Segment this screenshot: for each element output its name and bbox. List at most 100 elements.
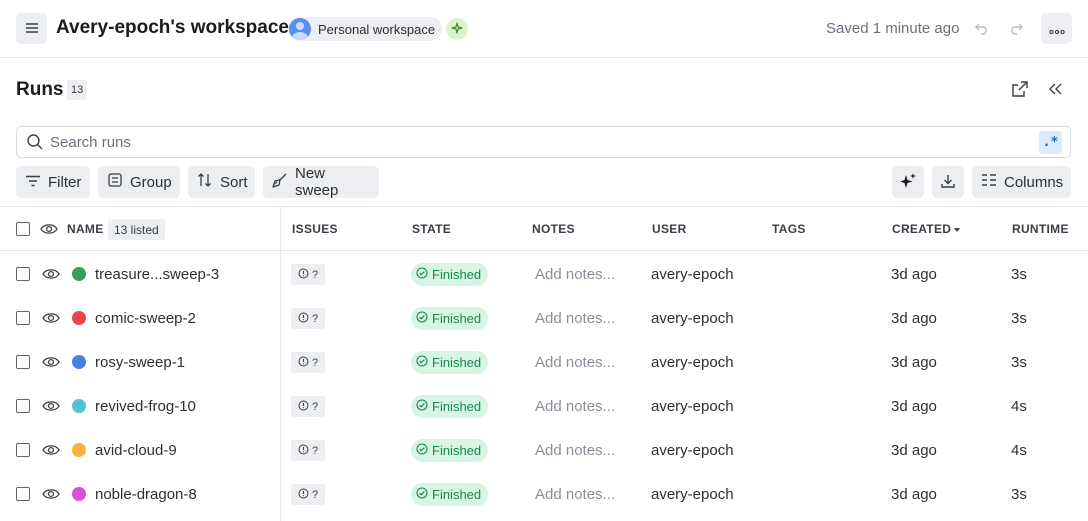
run-color-dot[interactable]	[72, 311, 86, 325]
state-label: Finished	[432, 311, 482, 326]
eye-icon[interactable]	[42, 487, 60, 501]
new-sweep-label: New sweep	[295, 165, 339, 199]
regex-toggle-button[interactable]: .*	[1039, 131, 1062, 154]
check-circle-icon	[416, 311, 432, 326]
user-cell: avery-epoch	[651, 442, 734, 459]
created-cell: 3d ago	[891, 398, 937, 415]
info-circle-icon	[298, 356, 309, 370]
run-name[interactable]: treasure...sweep-3	[95, 266, 219, 283]
row-checkbox[interactable]	[16, 267, 30, 281]
row-checkbox[interactable]	[16, 487, 30, 501]
run-name[interactable]: noble-dragon-8	[95, 486, 197, 503]
undo-icon	[974, 21, 990, 38]
issues-value: ?	[311, 488, 319, 501]
table-row[interactable]: comic-sweep-2? Finished Add notes... avery-…	[0, 296, 1088, 340]
runs-count-badge: 13	[67, 80, 88, 100]
sparkle-icon	[451, 21, 463, 37]
table-row[interactable]: avid-cloud-9? Finished Add notes... avery-e…	[0, 428, 1088, 472]
eye-icon[interactable]	[42, 443, 60, 457]
eye-icon[interactable]	[42, 399, 60, 413]
run-color-dot[interactable]	[72, 443, 86, 457]
created-cell: 3d ago	[891, 266, 937, 283]
eye-icon[interactable]	[42, 267, 60, 281]
column-header-tags[interactable]: TAGS	[772, 222, 806, 236]
eye-icon[interactable]	[42, 355, 60, 369]
row-checkbox[interactable]	[16, 311, 30, 325]
column-header-user[interactable]: USER	[652, 222, 687, 236]
issues-badge[interactable]: ?	[291, 396, 325, 417]
runs-title: Runs	[16, 79, 64, 100]
user-cell: avery-epoch	[651, 486, 734, 503]
runtime-cell: 3s	[1011, 486, 1027, 503]
check-circle-icon	[416, 487, 432, 502]
issues-badge[interactable]: ?	[291, 484, 325, 505]
runs-table: NAME 13 listed ISSUES STATE NOTES USER T…	[0, 206, 1088, 521]
notes-cell[interactable]: Add notes...	[535, 398, 615, 415]
notes-cell[interactable]: Add notes...	[535, 310, 615, 327]
created-cell: 3d ago	[891, 310, 937, 327]
notes-cell[interactable]: Add notes...	[535, 354, 615, 371]
state-label: Finished	[432, 443, 482, 458]
state-label: Finished	[432, 399, 482, 414]
user-cell: avery-epoch	[651, 266, 734, 283]
notes-cell[interactable]: Add notes...	[535, 266, 615, 283]
group-button[interactable]: Group	[98, 166, 180, 198]
filter-button[interactable]: Filter	[16, 166, 90, 198]
status-badge: Finished	[411, 439, 489, 462]
top-bar: Avery-epoch's workspace Personal workspa…	[0, 0, 1088, 58]
table-row[interactable]: treasure...sweep-3? Finished Add notes... a…	[0, 252, 1088, 296]
column-header-created[interactable]: CREATED	[892, 222, 961, 236]
run-name[interactable]: comic-sweep-2	[95, 310, 196, 327]
column-header-issues[interactable]: ISSUES	[292, 222, 338, 236]
column-header-name[interactable]: NAME	[67, 222, 104, 236]
check-circle-icon	[416, 443, 432, 458]
filter-label: Filter	[48, 173, 82, 191]
sort-button[interactable]: Sort	[188, 166, 255, 198]
column-header-runtime[interactable]: RUNTIME	[1012, 222, 1069, 236]
issues-badge[interactable]: ?	[291, 264, 325, 285]
issues-badge[interactable]: ?	[291, 308, 325, 329]
new-sweep-button[interactable]: New sweep	[263, 165, 379, 199]
run-color-dot[interactable]	[72, 399, 86, 413]
sparkle-button[interactable]	[446, 18, 468, 40]
eye-icon[interactable]	[42, 311, 60, 325]
collapse-panel-button[interactable]	[1043, 78, 1067, 102]
download-button[interactable]	[932, 166, 964, 198]
search-input[interactable]	[50, 130, 1010, 154]
table-row[interactable]: revived-frog-10? Finished Add notes... aver…	[0, 384, 1088, 428]
broom-icon	[272, 172, 295, 192]
check-circle-icon	[416, 399, 432, 414]
columns-button[interactable]: Columns	[972, 166, 1071, 198]
issues-badge[interactable]: ?	[291, 440, 325, 461]
workspace-type-pill[interactable]: Personal workspace	[288, 17, 442, 41]
sort-label: Sort	[220, 173, 248, 191]
row-checkbox[interactable]	[16, 443, 30, 457]
status-badge: Finished	[411, 395, 489, 418]
run-color-dot[interactable]	[72, 487, 86, 501]
row-checkbox[interactable]	[16, 355, 30, 369]
run-color-dot[interactable]	[72, 355, 86, 369]
sort-descending-icon	[954, 227, 961, 232]
run-name[interactable]: rosy-sweep-1	[95, 354, 185, 371]
run-color-dot[interactable]	[72, 267, 86, 281]
column-header-notes[interactable]: NOTES	[532, 222, 575, 236]
notes-cell[interactable]: Add notes...	[535, 486, 615, 503]
issues-badge[interactable]: ?	[291, 352, 325, 373]
menu-button[interactable]	[16, 13, 47, 44]
runtime-cell: 4s	[1011, 398, 1027, 415]
user-cell: avery-epoch	[651, 398, 734, 415]
redo-button[interactable]	[1004, 17, 1028, 41]
run-name[interactable]: avid-cloud-9	[95, 442, 177, 459]
table-row[interactable]: noble-dragon-8? Finished Add notes... avery…	[0, 472, 1088, 516]
more-options-button[interactable]	[1041, 13, 1072, 44]
ai-assist-button[interactable]	[892, 166, 924, 198]
select-all-checkbox[interactable]	[16, 222, 30, 236]
column-header-state[interactable]: STATE	[412, 222, 451, 236]
eye-icon[interactable]	[40, 222, 58, 236]
run-name[interactable]: revived-frog-10	[95, 398, 196, 415]
undo-button[interactable]	[970, 17, 994, 41]
notes-cell[interactable]: Add notes...	[535, 442, 615, 459]
row-checkbox[interactable]	[16, 399, 30, 413]
table-row[interactable]: rosy-sweep-1? Finished Add notes... avery-e…	[0, 340, 1088, 384]
export-button[interactable]	[1008, 78, 1032, 102]
